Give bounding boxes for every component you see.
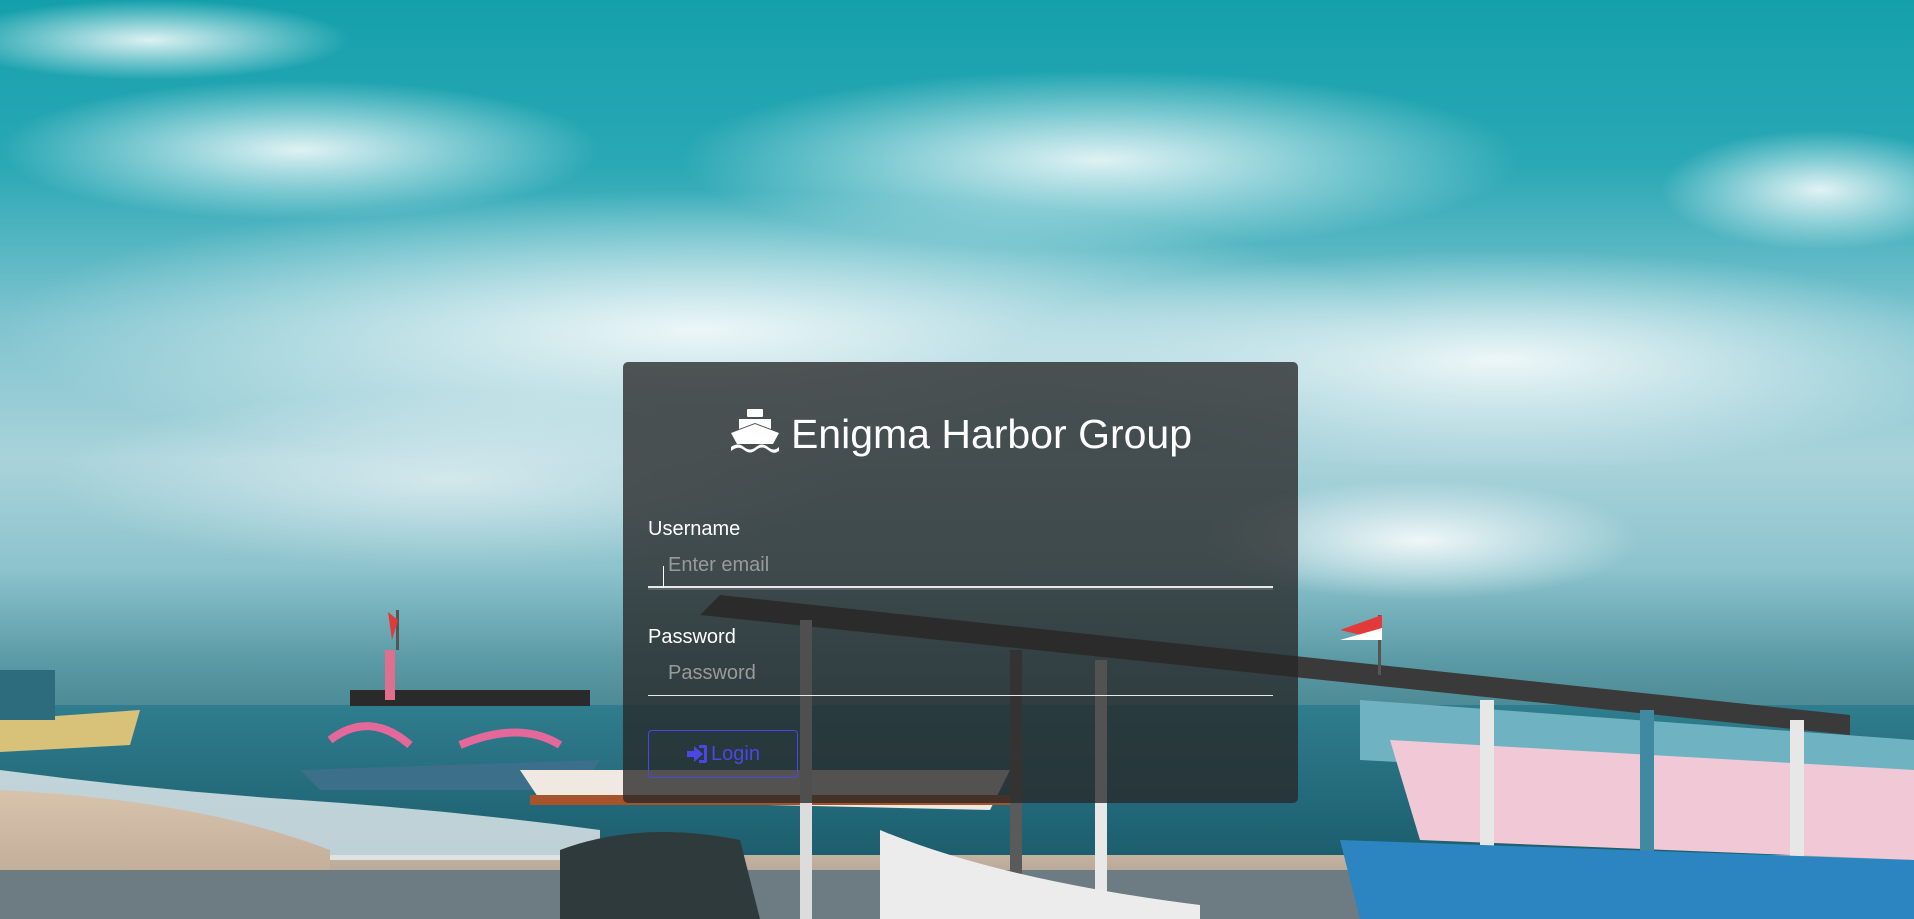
brand-header: Enigma Harbor Group xyxy=(623,406,1298,459)
login-button[interactable]: Login xyxy=(648,730,798,778)
text-cursor xyxy=(663,566,664,588)
login-card: Enigma Harbor Group Username Password Lo… xyxy=(623,362,1298,803)
ship-icon xyxy=(730,409,779,453)
password-input[interactable] xyxy=(648,652,1273,696)
login-page: Enigma Harbor Group Username Password Lo… xyxy=(0,0,1914,919)
sign-in-icon xyxy=(687,745,708,763)
username-input[interactable] xyxy=(648,544,1273,588)
login-button-label: Login xyxy=(711,742,760,765)
username-label: Username xyxy=(648,518,741,540)
brand-title: Enigma Harbor Group xyxy=(790,411,1193,458)
password-label: Password xyxy=(648,626,736,648)
